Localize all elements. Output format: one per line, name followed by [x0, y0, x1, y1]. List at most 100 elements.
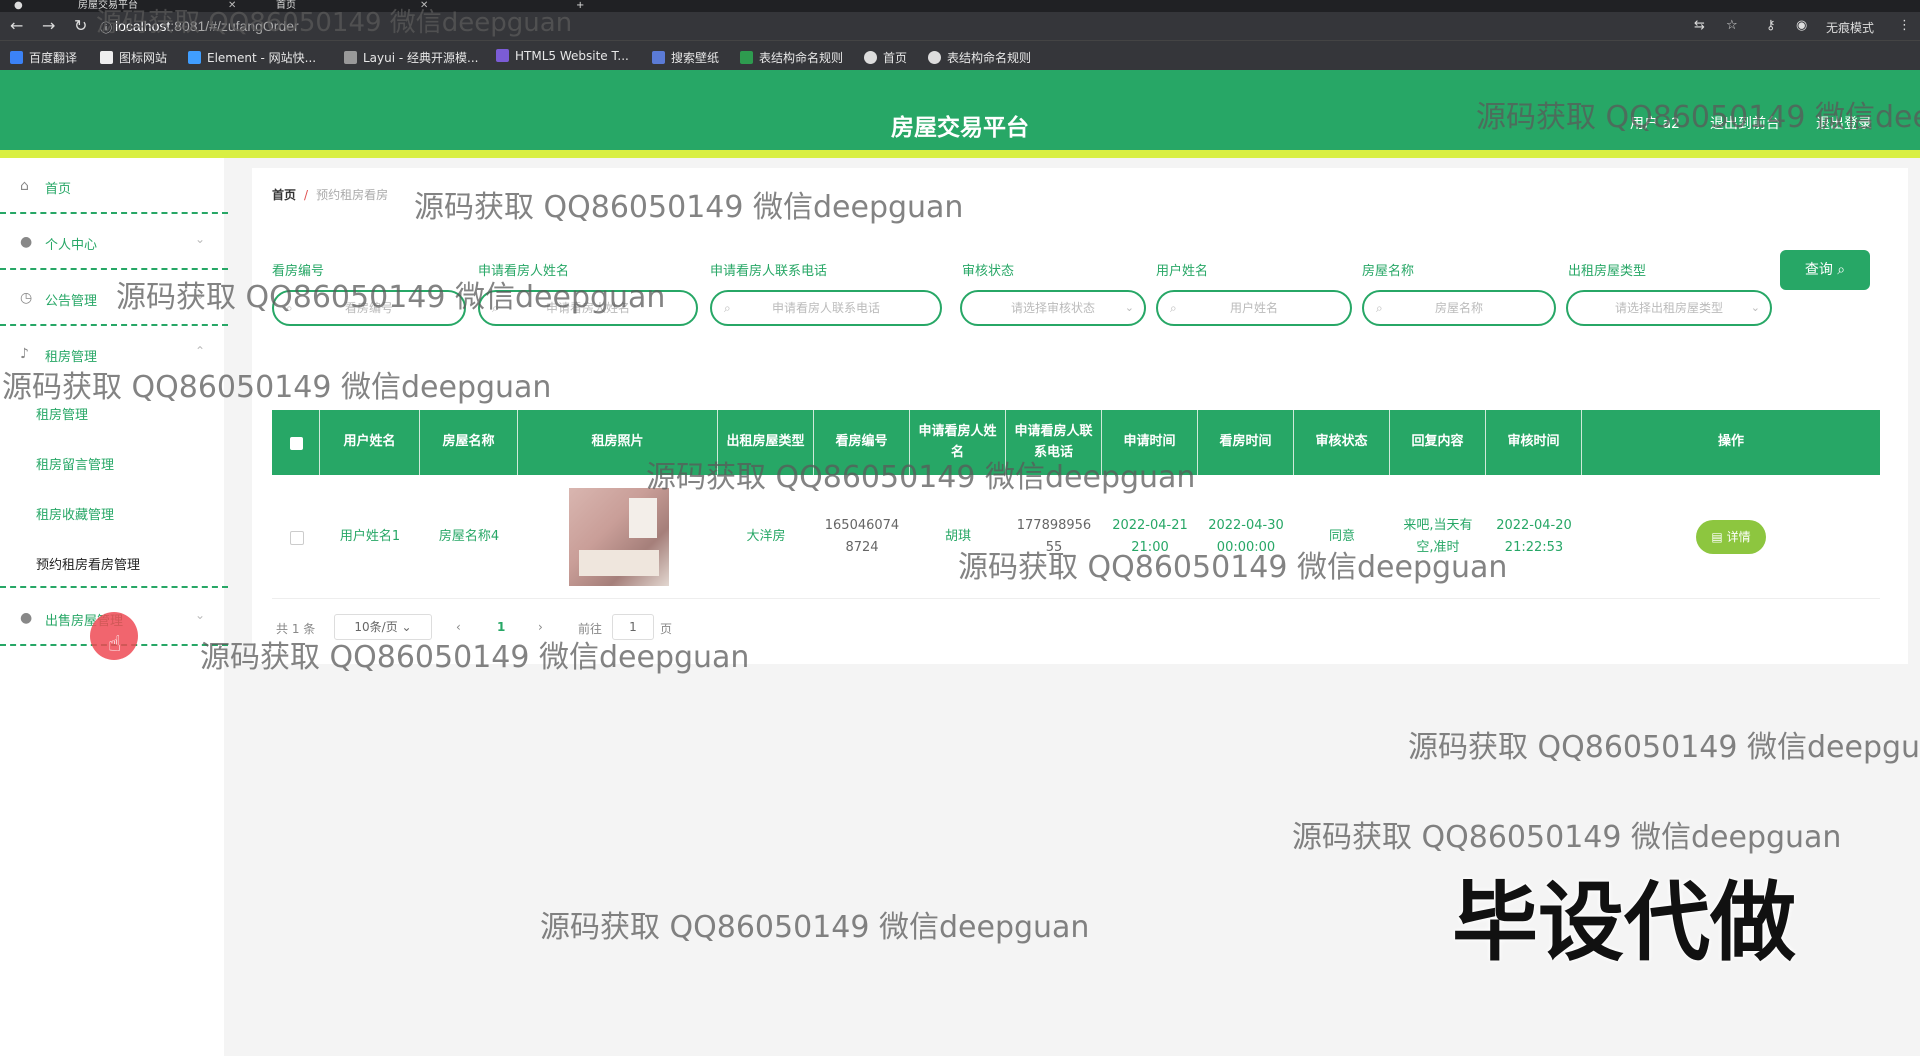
translate-icon[interactable]: ⇆: [1694, 18, 1705, 33]
breadcrumb-home[interactable]: 首页: [272, 188, 296, 202]
audit-status-select[interactable]: 请选择审核状态 ⌄: [960, 290, 1146, 326]
home-icon: ⌂: [20, 178, 29, 194]
column-header[interactable]: 回复内容: [1390, 410, 1486, 475]
watermark-text: 源码获取 QQ86050149 微信deepguan: [1408, 730, 1920, 765]
breadcrumb: 首页 / 预约租房看房: [272, 186, 388, 203]
layui-icon: [344, 51, 357, 64]
filter-label-user-name: 用户姓名: [1156, 264, 1209, 279]
hand-cursor-icon: ☝: [108, 632, 122, 657]
sidebar-item-home[interactable]: ⌂ 首页: [0, 158, 228, 214]
filter-label-house-name: 房屋名称: [1362, 264, 1415, 279]
bookmark-item[interactable]: HTML5 Website T...: [496, 49, 629, 63]
forward-icon[interactable]: →: [42, 16, 55, 35]
html5-icon: [496, 49, 509, 62]
element-icon: [188, 51, 201, 64]
house-name-input[interactable]: ⌕ 房屋名称: [1362, 290, 1556, 326]
column-header[interactable]: 操作: [1582, 410, 1880, 475]
select-all-checkbox[interactable]: [290, 437, 303, 450]
search-icon: ⌕: [724, 301, 731, 315]
house-photo[interactable]: [569, 488, 669, 586]
watermark-text: 源码获取 QQ86050149 微信deepguan: [1476, 100, 1920, 135]
watermark-text: 源码获取 QQ86050149 微信deepguan: [414, 190, 964, 225]
bookmark-item[interactable]: 表结构命名规则: [928, 49, 1031, 66]
sidebar-item-label: 首页: [45, 182, 72, 197]
query-button[interactable]: 查询 ⌕: [1780, 250, 1870, 290]
watermark-text: 源码获取 QQ86050149 微信deepguan: [1292, 820, 1842, 855]
filter-label-audit-status: 审核状态: [962, 264, 1015, 279]
kebab-menu-icon[interactable]: ⋮: [1898, 18, 1911, 33]
flag-icon: [100, 51, 113, 64]
globe-icon: [864, 51, 877, 64]
profile-label[interactable]: 无痕模式: [1826, 19, 1874, 36]
user-name-input[interactable]: ⌕ 用户姓名: [1156, 290, 1352, 326]
search-icon: ⌕: [1376, 301, 1383, 315]
wallpaper-icon: [652, 51, 665, 64]
column-header[interactable]: 看房时间: [1198, 410, 1294, 475]
rental-type-select[interactable]: 请选择出租房屋类型 ⌄: [1566, 290, 1772, 326]
clock-icon: ◷: [20, 290, 33, 306]
promo-stamp: 毕设代做: [1452, 873, 1796, 973]
select-placeholder: 请选择审核状态: [1010, 301, 1095, 315]
star-icon[interactable]: ☆: [1726, 18, 1738, 33]
bookmark-item[interactable]: 百度翻译: [10, 49, 77, 66]
input-placeholder: 房屋名称: [1434, 301, 1483, 315]
search-icon: ⌕: [1170, 301, 1177, 315]
search-icon: ⌕: [1837, 262, 1846, 278]
sidebar-subitem-rental-message[interactable]: 租房留言管理: [36, 454, 114, 473]
sidebar-item-label: 个人中心: [45, 238, 98, 253]
sidebar-subitem-rental-viewing[interactable]: 预约租房看房管理: [36, 554, 140, 573]
back-icon[interactable]: ←: [10, 16, 23, 35]
bookmarks-bar: 百度翻译 图标网站 Element - 网站快... Layui - 经典开源模…: [0, 40, 1920, 71]
detail-button-label: 详情: [1726, 530, 1751, 544]
query-button-label: 查询: [1804, 262, 1833, 278]
incognito-icon[interactable]: ◉: [1796, 18, 1807, 33]
watermark-text: 源码获取 QQ86050149 微信deepguan: [2, 370, 552, 405]
globe-icon: [928, 51, 941, 64]
new-tab-button[interactable]: +: [576, 0, 584, 12]
bookmark-item[interactable]: Element - 网站快...: [188, 49, 316, 66]
breadcrumb-separator: /: [304, 188, 309, 202]
breadcrumb-current: 预约租房看房: [316, 188, 389, 202]
column-header[interactable]: 审核状态: [1294, 410, 1390, 475]
sidebar-item-personal-center[interactable]: ● 个人中心 ⌄: [0, 214, 228, 270]
column-header[interactable]: 房屋名称: [420, 410, 518, 475]
chevron-up-icon: ⌃: [195, 344, 206, 358]
watermark-text: 源码获取 QQ86050149 微信deepguan: [540, 910, 1090, 945]
applicant-phone-input[interactable]: ⌕ 申请看房人联系电话: [710, 290, 942, 326]
chevron-down-icon: ⌄: [1750, 301, 1760, 314]
watermark-text: 源码获取 QQ86050149 微信deepguan: [116, 280, 666, 315]
filter-label-rental-type: 出租房屋类型: [1568, 264, 1647, 279]
photo-bed-shape: [579, 550, 659, 576]
cell-house: 房屋名称4: [438, 528, 500, 544]
bookmark-item[interactable]: 首页: [864, 49, 907, 66]
reload-icon[interactable]: ↻: [74, 16, 87, 35]
browser-menu-icon[interactable]: ●: [14, 0, 23, 12]
row-checkbox[interactable]: [290, 531, 304, 545]
bookmark-item[interactable]: Layui - 经典开源模...: [344, 49, 478, 66]
column-header[interactable]: 用户姓名: [320, 410, 420, 475]
photo-window-shape: [629, 498, 657, 538]
bookmark-item[interactable]: 图标网站: [100, 49, 167, 66]
watermark-text: 源码获取 QQ86050149 微信deepguan: [646, 460, 1196, 495]
detail-button[interactable]: ▤ 详情: [1696, 520, 1766, 554]
chevron-down-icon: ⌄: [195, 232, 206, 246]
cell-actions: ▤ 详情: [1582, 476, 1880, 598]
watermark-text: 源码获取 QQ86050149 微信deepguan: [200, 640, 750, 675]
column-header[interactable]: 审核时间: [1486, 410, 1582, 475]
sidebar-subitem-rental-favorite[interactable]: 租房收藏管理: [36, 504, 114, 523]
input-placeholder: 用户姓名: [1229, 301, 1278, 315]
key-icon[interactable]: ⚷: [1766, 18, 1776, 33]
select-placeholder: 请选择出租房屋类型: [1614, 301, 1723, 315]
divider: [0, 586, 228, 588]
sidebar-subitem-rental[interactable]: 租房管理: [36, 404, 88, 423]
watermark-text: 源码获取 QQ86050149 微信deepguan: [96, 8, 573, 38]
input-placeholder: 申请看房人联系电话: [771, 301, 880, 315]
sidebar-item-label: 公告管理: [45, 294, 98, 309]
bulb-icon: ●: [20, 610, 33, 626]
bookmark-item[interactable]: 表结构命名规则: [740, 49, 843, 66]
mic-icon: ♪: [20, 346, 29, 362]
filter-label-applicant-phone: 申请看房人联系电话: [710, 264, 828, 279]
chevron-down-icon: ⌄: [195, 608, 206, 622]
bookmark-item[interactable]: 搜索壁纸: [652, 49, 719, 66]
watermark-text: 源码获取 QQ86050149 微信deepguan: [958, 550, 1508, 585]
